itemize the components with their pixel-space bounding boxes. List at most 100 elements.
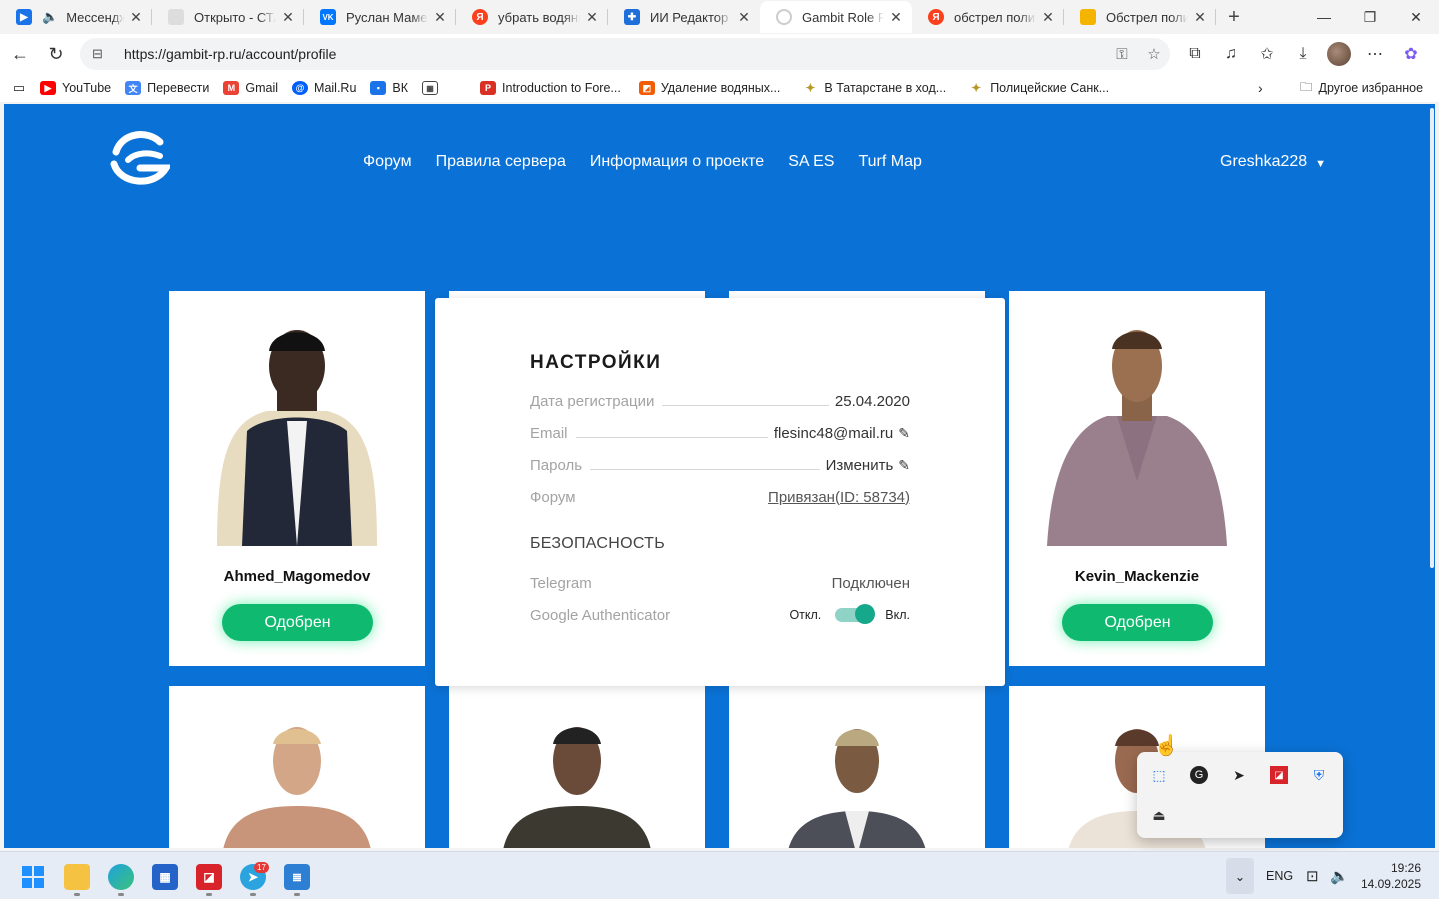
nav-rules[interactable]: Правила сервера [436,153,566,171]
omnibox[interactable]: ⊟ https://gambit-rp.ru/account/profile ⚿… [80,38,1170,70]
network-icon[interactable]: ⊡ [1306,852,1319,899]
toggle-off-label: Откл. [789,608,822,622]
tab-actions-icon[interactable]: ▭ [10,80,28,96]
google-authenticator-label: Google Authenticator [530,606,671,624]
favorite-star-icon[interactable]: ☆ [1138,45,1170,63]
bookmarks-bar: ▭ ▶ YouTube 文 Перевести M Gmail @ Mail.Ru ▪ В… [0,74,1439,102]
close-icon[interactable]: ✕ [736,9,752,26]
tray-chevron-up-icon[interactable]: ⌄ [1226,858,1254,894]
bookmark-news-1[interactable]: ✦ В Татарстане в ход... [802,81,946,95]
bookmark-vk[interactable]: ▪ ВК [370,81,408,95]
ga-toggle-group: Откл. Вкл. [789,604,910,624]
windows-start-icon[interactable] [20,864,46,890]
tab-0[interactable]: ▶ 🔈 Мессендже ✕ [0,1,152,33]
close-window-icon[interactable]: ✕ [1393,0,1439,34]
copilot-icon[interactable]: ✿ [1393,44,1429,64]
clock[interactable]: 19:26 14.09.2025 [1361,860,1421,892]
close-icon[interactable]: ✕ [1192,9,1208,26]
volume-icon[interactable]: 🔈 [1330,852,1349,899]
registration-label: Дата регистрации [530,392,655,410]
chevron-right-icon[interactable]: › [1258,80,1263,96]
bookmark-pdf[interactable]: P Introduction to Fore... [480,81,621,95]
tab-7[interactable]: Обстрел полице ✕ [1064,1,1216,33]
edit-email-pencil-icon[interactable]: ✎ [898,425,910,442]
telegram-connected-link[interactable]: Подключен [832,575,910,592]
media-icon[interactable]: ♫ [1213,45,1249,63]
close-icon[interactable]: ✕ [432,9,448,26]
tab-4[interactable]: ✚ ИИ Редактор Из ✕ [608,1,760,33]
extensions-icon[interactable]: ⧉ [1177,45,1213,63]
notepad-icon[interactable]: ≣ [284,864,310,890]
tab-1[interactable]: Открыто - СТАР ✕ [152,1,304,33]
downloads-icon[interactable]: ⤓ [1285,45,1321,63]
bookmark-label: YouTube [62,81,112,95]
tab-title: убрать водяные [498,9,580,25]
security-shield-icon[interactable]: ⛨ [1307,763,1331,787]
bookmark-label: Introduction to Fore... [502,81,621,95]
input-language[interactable]: ENG [1266,852,1293,899]
running-indicator [118,893,124,896]
registration-row: Дата регистрации 25.04.2020 [530,390,910,412]
character-name: Ahmed_Magomedov [223,568,371,585]
bookmark-gmail[interactable]: M Gmail [223,81,278,95]
address-bar-row: ← ↻ ⊟ https://gambit-rp.ru/account/profi… [0,34,1439,74]
amd-software-icon[interactable]: ◪ [196,864,222,890]
profile-avatar[interactable] [1327,42,1351,66]
new-tab-button[interactable]: + [1216,6,1252,29]
speaker-icon[interactable]: 🔈 [42,9,58,25]
favorites-icon[interactable]: ✩ [1249,44,1285,64]
other-bookmarks[interactable]: 🗀 Другое избранное [1300,78,1423,99]
google-authenticator-toggle[interactable] [835,604,876,624]
reload-button[interactable]: ↻ [38,38,74,70]
close-icon[interactable]: ✕ [280,9,296,26]
user-menu[interactable]: Greshka228 ▼ [1220,153,1326,171]
gambit-icon[interactable]: G [1190,766,1208,784]
scrollbar-thumb[interactable] [1430,108,1434,568]
caret-down-icon: ▼ [1315,157,1327,170]
bookmark-watermark[interactable]: ◩ Удаление водяных... [638,81,780,95]
close-icon[interactable]: ✕ [1040,9,1056,26]
close-icon[interactable]: ✕ [584,9,600,26]
url-text[interactable]: https://gambit-rp.ru/account/profile [124,46,1106,62]
bookmark-translate[interactable]: 文 Перевести [125,81,209,95]
bookmark-news-2[interactable]: ✦ Полицейские Санк... [968,81,1109,95]
tab-6[interactable]: Я обстрел полице ✕ [912,1,1064,33]
snipping-tool-icon[interactable]: ⬚ [1147,763,1171,787]
edge-icon[interactable] [108,864,134,890]
key-icon[interactable]: ⚿ [1106,46,1138,63]
character-image [788,729,926,848]
tab-2[interactable]: VK Руслан Мамедо ✕ [304,1,456,33]
nav-turf-map[interactable]: Turf Map [858,153,921,171]
edit-password-pencil-icon[interactable]: ✎ [898,457,910,474]
character-card: Kevin_Mackenzie Одобрен [1009,291,1265,666]
bookmark-calendar[interactable]: ▦ [422,81,444,95]
tab-3[interactable]: Я убрать водяные ✕ [456,1,608,33]
tab-5-active[interactable]: Gambit Role Play ✕ [760,1,912,33]
nav-project-info[interactable]: Информация о проекте [590,153,764,171]
tab-title: обстрел полице [954,9,1036,25]
file-explorer-icon[interactable] [64,864,90,890]
approved-button[interactable]: Одобрен [1062,604,1213,641]
site-info-icon[interactable]: ⊟ [92,46,114,62]
gambit-logo[interactable] [110,130,170,186]
bookmark-label: Перевести [147,81,210,95]
close-icon[interactable]: ✕ [888,9,904,26]
nav-forum[interactable]: Форум [363,153,412,171]
telegram-tray-icon[interactable]: ➤ [1227,763,1251,787]
bookmark-youtube[interactable]: ▶ YouTube [40,81,111,95]
restore-icon[interactable]: ❐ [1347,0,1393,34]
page-scrollbar[interactable] [1427,104,1435,848]
back-button[interactable]: ← [2,38,38,70]
bookmark-mailru[interactable]: @ Mail.Ru [292,81,356,95]
minimize-icon[interactable]: — [1301,0,1347,34]
forum-linked-link[interactable]: Привязан(ID: 58734) [768,489,910,506]
store-icon[interactable]: ▦ [152,864,178,890]
usb-eject-icon[interactable]: ⏏ [1147,803,1171,827]
toggle-on-label: Вкл. [885,608,910,622]
more-menu-icon[interactable]: ⋯ [1357,44,1393,64]
nav-sa-es[interactable]: SA ES [788,153,834,171]
change-password-link[interactable]: Изменить [826,457,894,474]
close-icon[interactable]: ✕ [128,9,144,26]
approved-button[interactable]: Одобрен [222,604,373,641]
amd-icon[interactable]: ◪ [1270,766,1288,784]
